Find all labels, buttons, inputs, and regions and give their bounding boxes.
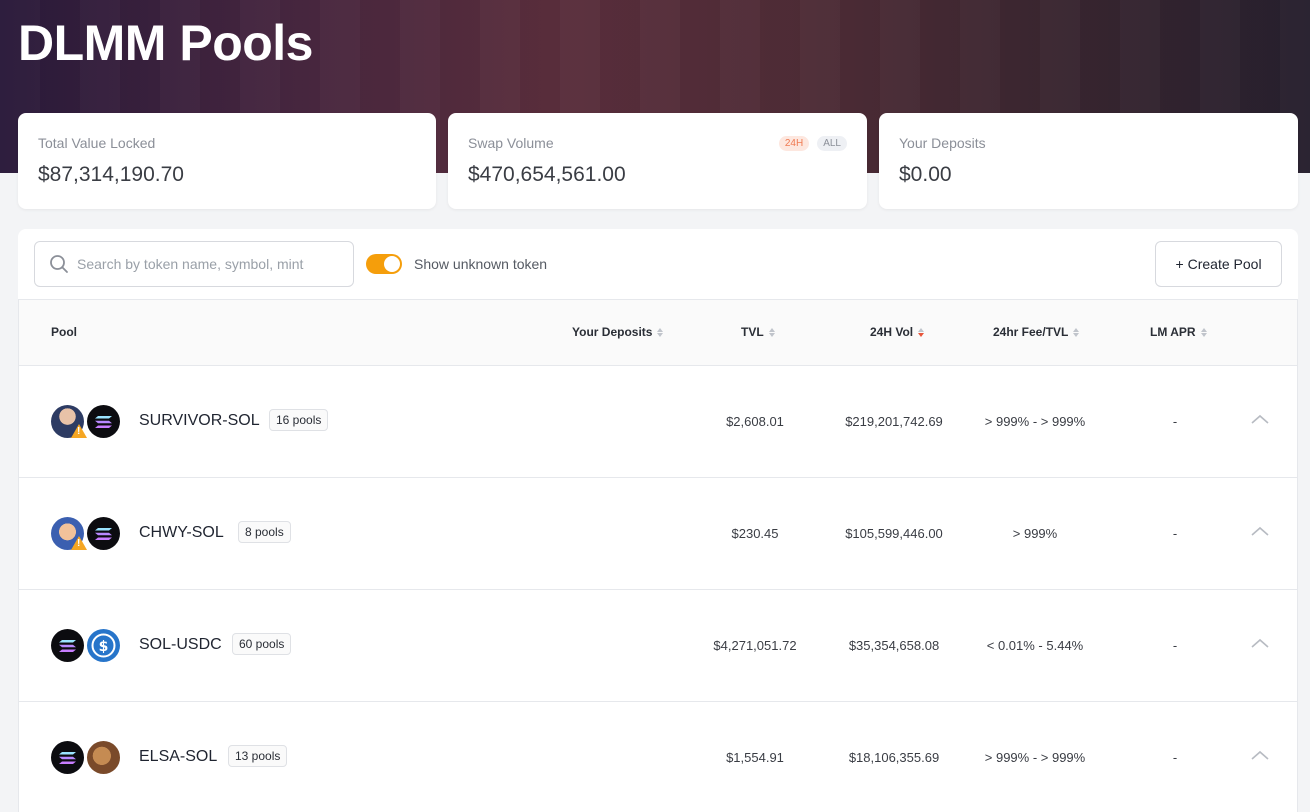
chevron-up-icon[interactable] [1251,414,1269,424]
sol-token-icon [51,629,84,662]
pool-name: CHWY-SOL [139,524,224,541]
chevron-up-icon[interactable] [1251,526,1269,536]
vol-cell: $219,201,742.69 [845,414,943,429]
unknown-token-label: Show unknown token [414,256,548,272]
your-deposits-value: $0.00 [899,163,952,186]
pool-name: SURVIVOR-SOL [139,412,260,429]
search-icon [50,255,68,273]
sort-icon [768,327,775,337]
tab-all[interactable]: ALL [817,136,847,151]
your-deposits-label: Your Deposits [899,135,986,151]
col-24h-vol[interactable]: 24H Vol [870,325,925,339]
vol-cell: $35,354,658.08 [848,638,940,653]
your-deposits-card: Your Deposits $0.00 [879,113,1298,209]
warning-icon [71,424,87,438]
vol-cell: $18,106,355.69 [848,750,940,765]
pools-panel: Show unknown token + Create Pool Pool Yo… [18,229,1298,812]
table-row[interactable]: SURVIVOR-SOL 16 pools $2,608.01 $219,201… [19,366,1297,478]
create-pool-label: Create Pool [1187,256,1262,272]
fee-cell: < 0.01% - 5.44% [986,638,1084,653]
chevron-up-icon[interactable] [1251,750,1269,760]
col-lm-apr[interactable]: LM APR [1150,325,1207,339]
svg-text:$: $ [99,639,109,655]
tvl-label: Total Value Locked [38,135,156,151]
apr-cell: - [1172,526,1178,541]
vol-cell: $105,599,446.00 [845,526,943,541]
tvl-cell: $1,554.91 [726,750,784,765]
pool-count-badge: 8 pools [238,521,291,543]
search-input[interactable] [77,256,337,272]
col-pool: Pool [51,325,77,339]
table-row[interactable]: $ SOL-USDC 60 pools $4,271,051.72 $35,35… [19,590,1297,702]
warning-icon [71,536,87,550]
usdc-token-icon: $ [87,629,120,662]
sol-token-icon [87,517,120,550]
sol-token-icon [87,405,120,438]
table-header: Pool Your Deposits TVL 24H Vol 24hr Fee/… [19,300,1297,366]
tvl-value: $87,314,190.70 [38,163,184,186]
fee-cell: > 999% - > 999% [984,414,1086,429]
pool-count-badge: 16 pools [269,409,329,431]
pool-name: SOL-USDC [139,636,222,653]
pool-count-badge: 60 pools [232,633,292,655]
table-row[interactable]: ELSA-SOL 13 pools $1,554.91 $18,106,355.… [19,702,1297,812]
tvl-card: Total Value Locked $87,314,190.70 [18,113,436,209]
fee-cell: > 999% - > 999% [984,750,1086,765]
tab-24h[interactable]: 24H [778,136,810,151]
page-title: DLMM Pools [18,15,313,71]
unknown-token-toggle[interactable] [366,254,402,274]
sort-icon [1200,327,1207,337]
pool-name: ELSA-SOL [139,748,218,765]
volume-range-tabs: 24H ALL [778,136,847,151]
table-row[interactable]: CHWY-SOL 8 pools $230.45 $105,599,446.00… [19,478,1297,590]
apr-cell: - [1172,750,1178,765]
pools-table: Pool Your Deposits TVL 24H Vol 24hr Fee/… [18,299,1298,812]
plus-icon: + [1175,256,1184,272]
toggle-knob [384,256,400,272]
chevron-up-icon[interactable] [1251,638,1269,648]
sort-desc-icon [918,327,925,337]
tvl-cell: $230.45 [731,526,779,541]
col-fee-tvl[interactable]: 24hr Fee/TVL [993,325,1080,339]
sort-icon [657,327,664,337]
pool-count-badge: 13 pools [228,745,288,767]
create-pool-button[interactable]: + Create Pool [1155,241,1282,287]
swap-volume-card: Swap Volume $470,654,561.00 24H ALL [448,113,867,209]
col-tvl[interactable]: TVL [741,325,775,339]
elsa-token-icon [87,741,120,774]
tvl-cell: $4,271,051.72 [713,638,797,653]
apr-cell: - [1172,414,1178,429]
tvl-cell: $2,608.01 [726,414,784,429]
apr-cell: - [1172,638,1178,653]
sort-icon [1073,327,1080,337]
swap-volume-value: $470,654,561.00 [468,163,626,186]
fee-cell: > 999% [1012,526,1058,541]
sol-token-icon [51,741,84,774]
search-box[interactable] [34,241,354,287]
col-your-deposits[interactable]: Your Deposits [572,325,664,339]
